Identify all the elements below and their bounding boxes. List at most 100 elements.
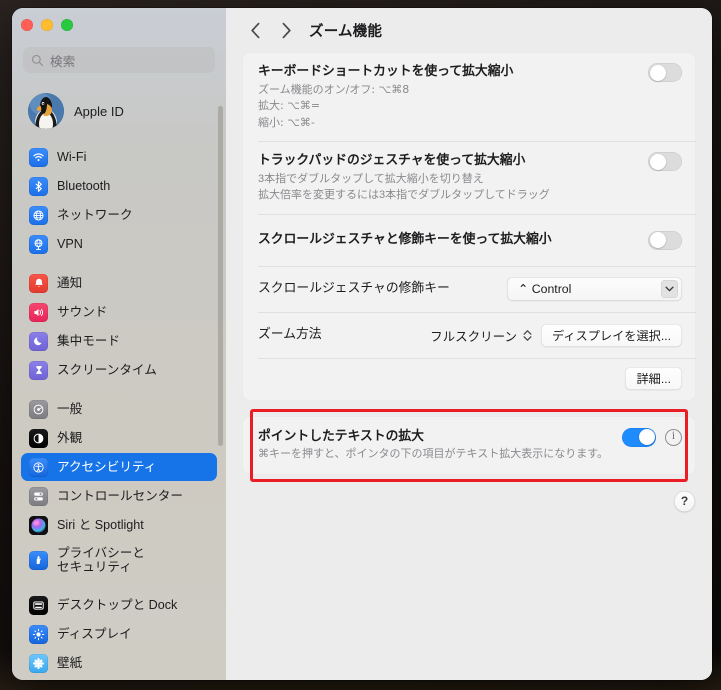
sidebar-group-desktop: デスクトップと Dock ディスプレイ 壁紙 <box>21 591 217 677</box>
zoom-style-label: ズーム方法 <box>258 326 322 342</box>
sidebar-item-label: 壁紙 <box>57 655 83 670</box>
search-input[interactable]: 検索 <box>23 47 215 73</box>
general-gear-icon <box>29 399 48 419</box>
chevron-left-icon <box>251 22 260 38</box>
sidebar-item-wifi[interactable]: Wi-Fi <box>21 143 217 171</box>
trackpad-gesture-subtitle: 3本指でダブルタップして拡大縮小を切り替え 拡大倍率を変更するには3本指でダブル… <box>258 172 550 202</box>
sidebar-item-appearance[interactable]: 外観 <box>21 424 217 452</box>
display-brightness-icon <box>29 624 48 644</box>
sidebar-item-screen-time[interactable]: スクリーンタイム <box>21 356 217 384</box>
sidebar-item-privacy-security[interactable]: プライバシーと セキュリティ <box>21 540 217 580</box>
zoom-button[interactable] <box>61 19 73 31</box>
sidebar-item-notifications[interactable]: 通知 <box>21 269 217 297</box>
sidebar-item-sound[interactable]: サウンド <box>21 298 217 326</box>
sidebar-item-label: デスクトップと Dock <box>57 597 178 612</box>
avatar <box>28 93 64 129</box>
chevron-down-icon <box>661 280 678 299</box>
sidebar-item-label: ネットワーク <box>57 207 133 222</box>
sidebar-item-general[interactable]: 一般 <box>21 395 217 423</box>
search-icon <box>31 54 44 66</box>
sidebar-item-siri-spotlight[interactable]: Siri と Spotlight <box>21 511 217 539</box>
accessibility-icon <box>29 457 48 477</box>
sidebar-item-label: サウンド <box>57 304 108 319</box>
row-scroll-gesture: スクロールジェスチャと修飾キーを使って拡大縮小 <box>242 213 696 266</box>
zoom-style-select[interactable]: フルスクリーン <box>430 326 532 345</box>
help-row: ? <box>242 475 696 512</box>
sidebar-group-network: Wi-Fi Bluetooth ネットワーク VPN <box>21 143 217 258</box>
zoom-style-value: フルスクリーン <box>430 329 517 344</box>
sidebar-item-label: スクリーンタイム <box>57 362 157 377</box>
row-keyboard-shortcut: キーボードショートカットを使って拡大縮小 ズーム機能のオン/オフ: ⌥⌘8 拡大… <box>242 52 696 141</box>
screen-time-hourglass-icon <box>29 360 48 380</box>
sidebar-item-label-line1: プライバシーと <box>57 545 145 560</box>
content-pane: ズーム機能 キーボードショートカットを使って拡大縮小 ズーム機能のオン/オフ: … <box>226 8 712 680</box>
zoom-options-card: キーボードショートカットを使って拡大縮小 ズーム機能のオン/オフ: ⌥⌘8 拡大… <box>242 52 696 401</box>
trackpad-gesture-title: トラックパッドのジェスチャを使って拡大縮小 <box>258 152 526 168</box>
sidebar-item-label: Siri と Spotlight <box>57 517 144 532</box>
control-center-icon <box>29 486 48 506</box>
hover-text-title: ポイントしたテキストの拡大 <box>258 427 424 443</box>
wifi-icon <box>29 147 48 167</box>
hover-text-card: ポイントしたテキストの拡大 ⌘キーを押すと、ポインタの下の項目がテキスト拡大表示… <box>242 415 696 475</box>
network-globe-icon <box>29 205 48 225</box>
hover-text-toggle[interactable] <box>622 427 656 447</box>
notifications-bell-icon <box>29 273 48 293</box>
modifier-key-select[interactable]: ⌃ Control <box>507 277 682 302</box>
sidebar: 検索 Apple ID Wi-Fi Bluetooth ネットワーク VPN 通… <box>12 8 226 680</box>
sidebar-item-label: 外観 <box>57 430 83 445</box>
row-modifier-key: スクロールジェスチャの修飾キー ⌃ Control <box>242 265 696 312</box>
bluetooth-icon <box>29 176 48 196</box>
keyboard-shortcut-subtitle: ズーム機能のオン/オフ: ⌥⌘8 拡大: ⌥⌘= 縮小: ⌥⌘- <box>258 82 410 129</box>
system-settings-window: 検索 Apple ID Wi-Fi Bluetooth ネットワーク VPN 通… <box>12 8 712 680</box>
sidebar-item-focus[interactable]: 集中モード <box>21 327 217 355</box>
sidebar-item-label: Wi-Fi <box>57 149 87 164</box>
page-title: ズーム機能 <box>309 23 383 40</box>
focus-moon-icon <box>29 331 48 351</box>
sidebar-item-label: 集中モード <box>57 333 120 348</box>
sidebar-item-label: プライバシーと セキュリティ <box>57 546 145 575</box>
sidebar-item-desktop-dock[interactable]: デスクトップと Dock <box>21 591 217 619</box>
sidebar-item-label: ディスプレイ <box>57 626 132 641</box>
help-button[interactable]: ? <box>674 490 695 512</box>
sound-speaker-icon <box>29 302 48 322</box>
scroll-gesture-toggle[interactable] <box>648 230 682 250</box>
appearance-contrast-icon <box>29 428 48 448</box>
sidebar-item-control-center[interactable]: コントロールセンター <box>21 482 217 510</box>
minimize-button[interactable] <box>41 19 53 31</box>
siri-icon <box>29 515 48 535</box>
info-circle-icon[interactable]: i <box>665 429 682 446</box>
advanced-button[interactable]: 詳細... <box>625 366 682 390</box>
sidebar-item-accessibility[interactable]: アクセシビリティ <box>21 453 217 481</box>
sidebar-item-display[interactable]: ディスプレイ <box>21 620 217 648</box>
sidebar-item-label: Bluetooth <box>57 178 111 193</box>
sidebar-scrollbar[interactable] <box>218 106 223 446</box>
close-button[interactable] <box>21 19 33 31</box>
row-trackpad-gesture: トラックパッドのジェスチャを使って拡大縮小 3本指でダブルタップして拡大縮小を切… <box>242 141 696 214</box>
sidebar-item-apple-id[interactable]: Apple ID <box>21 85 217 137</box>
sidebar-item-vpn[interactable]: VPN <box>21 230 217 258</box>
sidebar-group-system: 通知 サウンド 集中モード スクリーンタイム <box>21 269 217 384</box>
sidebar-item-label: 通知 <box>57 275 83 290</box>
sidebar-item-label: 一般 <box>57 401 83 416</box>
sidebar-scroll-area: Apple ID Wi-Fi Bluetooth ネットワーク VPN 通知 サ… <box>12 85 226 680</box>
trackpad-gesture-toggle[interactable] <box>648 152 682 172</box>
sidebar-item-bluetooth[interactable]: Bluetooth <box>21 172 217 200</box>
content-header: ズーム機能 <box>226 8 712 52</box>
hover-text-highlight-wrap: ポイントしたテキストの拡大 ⌘キーを押すと、ポインタの下の項目がテキスト拡大表示… <box>242 408 696 482</box>
sidebar-item-label: VPN <box>57 236 83 251</box>
sidebar-item-wallpaper[interactable]: 壁紙 <box>21 649 217 677</box>
keyboard-shortcut-title: キーボードショートカットを使って拡大縮小 <box>258 63 514 78</box>
sidebar-item-label: コントロールセンター <box>57 488 183 503</box>
row-zoom-style: ズーム方法 フルスクリーン ディスプレイを選択... <box>242 311 696 358</box>
sidebar-item-label-line2: セキュリティ <box>57 560 132 574</box>
choose-display-button[interactable]: ディスプレイを選択... <box>541 323 682 347</box>
search-placeholder: 検索 <box>50 54 76 69</box>
keyboard-shortcut-toggle[interactable] <box>648 63 682 82</box>
chevron-updown-icon <box>523 329 532 341</box>
window-traffic-lights <box>12 8 226 35</box>
forward-button[interactable] <box>272 16 300 44</box>
back-button[interactable] <box>242 16 270 44</box>
modifier-key-label: スクロールジェスチャの修飾キー <box>258 280 450 296</box>
desktop-dock-icon <box>29 595 48 615</box>
sidebar-item-network[interactable]: ネットワーク <box>21 201 217 229</box>
